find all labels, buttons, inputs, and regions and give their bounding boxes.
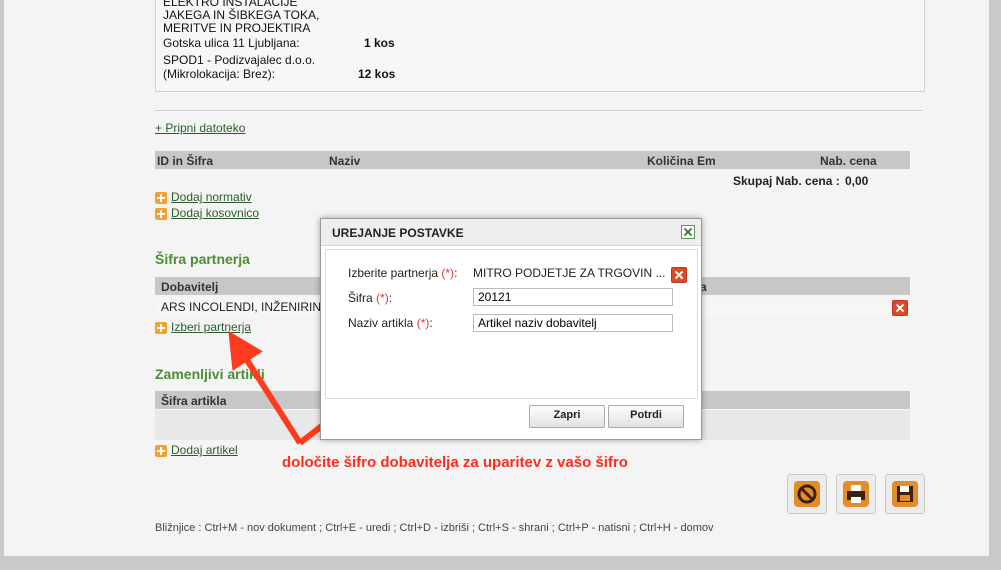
confirm-button[interactable]: Potrdi (608, 405, 684, 428)
edit-item-dialog: UREJANJE POSTAVKE Izberite partnerja (*)… (320, 218, 702, 440)
annotation-text: določite šifro dobavitelja za uparitev z… (282, 454, 628, 471)
close-button[interactable]: Zapri (529, 405, 605, 428)
partner-label: Izberite partnerja (*): (348, 266, 457, 280)
code-input[interactable] (473, 288, 673, 306)
label-colon: : (454, 266, 458, 280)
delete-icon[interactable] (671, 267, 687, 283)
required-mark: (*) (376, 291, 389, 305)
label-colon: : (388, 291, 393, 305)
code-label-text: Šifra (348, 291, 373, 305)
article-name-input[interactable] (473, 314, 673, 332)
dialog-title: UREJANJE POSTAVKE (332, 226, 464, 240)
partner-value: MITRO PODJETJE ZA TRGOVIN ... (473, 266, 666, 280)
label-colon: : (429, 316, 433, 330)
dialog-titlebar: UREJANJE POSTAVKE (321, 219, 701, 246)
required-mark: (*) (416, 316, 430, 330)
partner-label-text: Izberite partnerja (348, 266, 439, 280)
code-label: Šifra (*): (348, 291, 392, 305)
dialog-body: Izberite partnerja (*): MITRO PODJETJE Z… (325, 249, 698, 399)
article-name-label: Naziv artikla (*): (348, 316, 433, 330)
required-mark: (*) (441, 266, 455, 280)
close-icon[interactable] (681, 225, 695, 239)
article-name-label-text: Naziv artikla (348, 316, 414, 330)
